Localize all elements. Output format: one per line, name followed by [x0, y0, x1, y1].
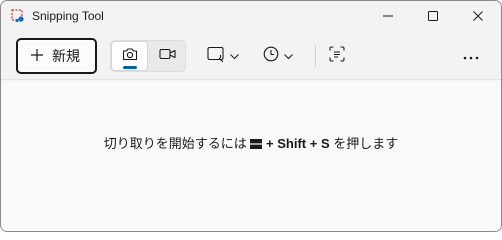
camera-icon [122, 47, 138, 66]
snipping-tool-window: Snipping Tool 新規 切り取りを開始するには + Shift + S… [0, 0, 502, 232]
start-snip-hint: 切り取りを開始するには + Shift + S を押します [1, 133, 501, 152]
snip-mode-button[interactable] [111, 41, 148, 71]
rectangle-snip-icon [207, 46, 225, 67]
clock-icon [263, 46, 279, 67]
hint-s-key: S [320, 136, 330, 151]
chevron-down-icon [230, 47, 239, 65]
hint-prefix: 切り取りを開始するには [103, 136, 247, 151]
new-snip-label: 新規 [52, 48, 80, 64]
plus-icon [30, 48, 44, 65]
toolbar-divider [315, 45, 316, 67]
chevron-down-icon [284, 47, 293, 65]
snipping-tool-icon [11, 9, 25, 23]
title-bar[interactable]: Snipping Tool [1, 1, 501, 32]
text-actions-button[interactable] [329, 40, 345, 72]
video-camera-icon [159, 47, 176, 65]
canvas-area: 切り取りを開始するには + Shift + S を押します [1, 81, 501, 231]
record-mode-button[interactable] [149, 41, 186, 71]
maximize-icon [428, 8, 438, 26]
hint-shift-key: Shift [277, 136, 307, 151]
new-snip-button[interactable]: 新規 [16, 38, 97, 74]
snip-shape-dropdown[interactable] [207, 40, 239, 72]
close-icon [473, 8, 483, 26]
windows-logo-icon [250, 137, 263, 149]
maximize-button[interactable] [410, 1, 456, 32]
capture-mode-toggle [110, 40, 186, 72]
hint-plus-1: + [266, 136, 274, 151]
selected-mode-indicator [123, 66, 137, 69]
window-title: Snipping Tool [32, 9, 104, 23]
snip-delay-dropdown[interactable] [263, 40, 293, 72]
more-options-button[interactable] [463, 40, 479, 72]
hint-suffix: を押します [333, 136, 399, 151]
minimize-button[interactable] [365, 1, 411, 32]
text-actions-icon [329, 45, 345, 67]
toolbar: 新規 [1, 32, 501, 80]
minimize-icon [383, 8, 393, 26]
hint-plus-2: + [309, 136, 318, 151]
close-button[interactable] [455, 1, 501, 32]
more-icon [463, 47, 479, 65]
